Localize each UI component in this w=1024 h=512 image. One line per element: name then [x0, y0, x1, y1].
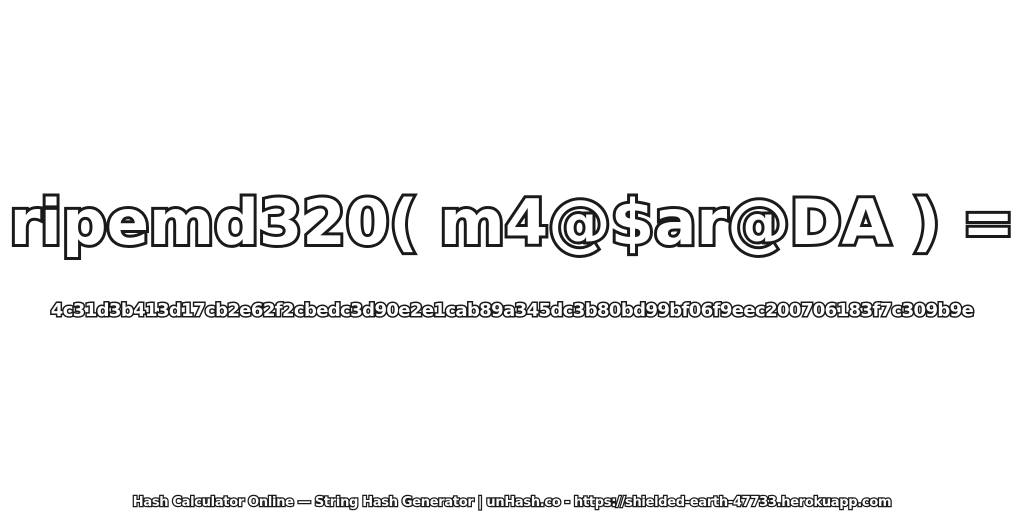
hash-result-value: 4c31d3b413d17cb2e62f2cbedc3d90e2e1cab89a… [49, 299, 975, 323]
hash-expression-heading: ripemd320( m4@$ar@DA ) = [7, 183, 1018, 262]
site-footer-caption: Hash Calculator Online — String Hash Gen… [132, 494, 893, 512]
